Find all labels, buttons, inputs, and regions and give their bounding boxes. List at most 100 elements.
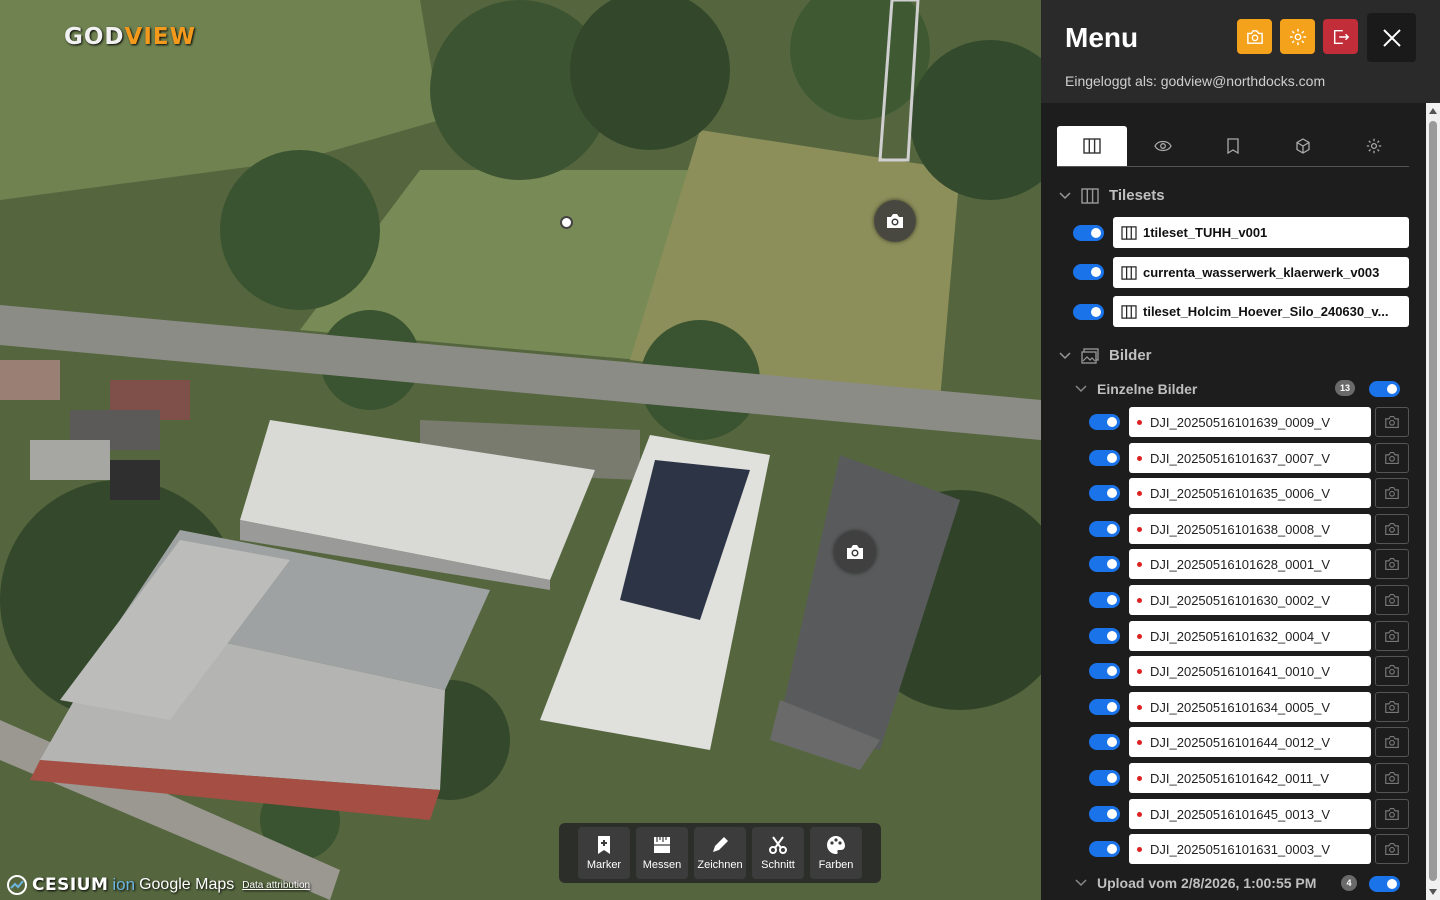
image-item[interactable]: DJI_20250516101628_0001_V: [1129, 549, 1371, 579]
draw-button[interactable]: Zeichnen: [694, 827, 746, 879]
tileset-toggle[interactable]: [1073, 225, 1104, 241]
image-toggle[interactable]: [1089, 556, 1120, 572]
camera-icon: [1385, 522, 1399, 536]
image-item[interactable]: DJI_20250516101632_0004_V: [1129, 621, 1371, 651]
fly-to-image-button[interactable]: [1375, 763, 1409, 793]
image-name: DJI_20250516101639_0009_V: [1150, 414, 1331, 430]
image-item[interactable]: DJI_20250516101638_0008_V: [1129, 514, 1371, 544]
eye-icon: [1153, 140, 1172, 152]
image-toggle[interactable]: [1089, 806, 1120, 822]
image-item[interactable]: DJI_20250516101637_0007_V: [1129, 443, 1371, 473]
image-toggle[interactable]: [1089, 770, 1120, 786]
image-item[interactable]: DJI_20250516101631_0003_V: [1129, 834, 1371, 864]
tool-bar: Marker Messen Zeichnen Schnitt Farben: [559, 823, 881, 883]
image-toggle[interactable]: [1089, 592, 1120, 608]
measure-button[interactable]: Messen: [636, 827, 688, 879]
map-viewport[interactable]: GODVIEW CESIUM ion Google Maps Data attr…: [0, 0, 1041, 900]
tileset-item[interactable]: currenta_wasserwerk_klaerwerk_v003: [1113, 257, 1409, 288]
tab-models[interactable]: [1268, 126, 1338, 166]
side-panel: Menu Eingeloggt als: godview@northdocks.…: [1041, 0, 1440, 900]
tab-visibility[interactable]: [1127, 126, 1197, 166]
single-images-header[interactable]: Einzelne Bilder: [1075, 381, 1197, 397]
image-name: DJI_20250516101631_0003_V: [1150, 841, 1331, 857]
tileset-item[interactable]: tileset_Holcim_Hoever_Silo_240630_v...: [1113, 296, 1409, 327]
bilder-section-header[interactable]: Bilder: [1059, 347, 1152, 364]
scrollbar-thumb[interactable]: [1429, 121, 1437, 881]
image-name: DJI_20250516101635_0006_V: [1150, 485, 1331, 501]
camera-icon: [1385, 415, 1399, 429]
tileset-toggle[interactable]: [1073, 304, 1104, 320]
image-toggle[interactable]: [1089, 734, 1120, 750]
screenshot-button[interactable]: [1237, 19, 1272, 54]
fly-to-image-button[interactable]: [1375, 585, 1409, 615]
image-item[interactable]: DJI_20250516101644_0012_V: [1129, 727, 1371, 757]
image-toggle[interactable]: [1089, 450, 1120, 466]
fly-to-image-button[interactable]: [1375, 514, 1409, 544]
fly-to-image-button[interactable]: [1375, 549, 1409, 579]
settings-button[interactable]: [1280, 19, 1315, 54]
image-toggle[interactable]: [1089, 841, 1120, 857]
image-toggle[interactable]: [1089, 414, 1120, 430]
tilesets-section-header[interactable]: Tilesets: [1059, 187, 1165, 204]
fly-to-image-button[interactable]: [1375, 727, 1409, 757]
status-dot: [1137, 526, 1142, 532]
fly-to-image-button[interactable]: [1375, 656, 1409, 686]
fly-to-image-button[interactable]: [1375, 443, 1409, 473]
logout-button[interactable]: [1323, 19, 1358, 54]
image-toggle[interactable]: [1089, 485, 1120, 501]
image-item[interactable]: DJI_20250516101635_0006_V: [1129, 478, 1371, 508]
colors-button[interactable]: Farben: [810, 827, 862, 879]
scroll-up-arrow-icon[interactable]: [1429, 108, 1437, 114]
cut-label: Schnitt: [761, 859, 795, 871]
marker-label: Marker: [586, 859, 622, 871]
fly-to-image-button[interactable]: [1375, 621, 1409, 651]
image-toggle[interactable]: [1089, 663, 1120, 679]
logged-in-text: Eingeloggt als: godview@northdocks.com: [1065, 73, 1326, 89]
chevron-down-icon: [1059, 191, 1071, 199]
image-item[interactable]: DJI_20250516101642_0011_V: [1129, 763, 1371, 793]
single-images-toggle[interactable]: [1369, 381, 1400, 397]
image-toggle[interactable]: [1089, 628, 1120, 644]
image-item[interactable]: DJI_20250516101641_0010_V: [1129, 656, 1371, 686]
tileset-toggle[interactable]: [1073, 264, 1104, 280]
scroll-down-arrow-icon[interactable]: [1429, 889, 1437, 895]
panel-scrollbar[interactable]: [1426, 103, 1440, 900]
camera-icon: [1385, 807, 1399, 821]
image-item[interactable]: DJI_20250516101630_0002_V: [1129, 585, 1371, 615]
camera-icon: [1385, 664, 1399, 678]
logout-icon: [1333, 29, 1349, 44]
gear-icon: [1289, 28, 1306, 45]
camera-position-marker[interactable]: [874, 200, 916, 242]
upload-group-toggle[interactable]: [1369, 876, 1400, 892]
image-toggle[interactable]: [1089, 521, 1120, 537]
upload-group-header[interactable]: Upload vom 2/8/2026, 1:00:55 PM: [1075, 875, 1316, 891]
fly-to-image-button[interactable]: [1375, 478, 1409, 508]
tab-bookmarks[interactable]: [1198, 126, 1268, 166]
chevron-down-icon: [1059, 351, 1071, 359]
image-toggle[interactable]: [1089, 699, 1120, 715]
tileset-item[interactable]: 1tileset_TUHH_v001: [1113, 217, 1409, 248]
upload-group-title: Upload vom 2/8/2026, 1:00:55 PM: [1097, 875, 1317, 891]
image-item[interactable]: DJI_20250516101639_0009_V: [1129, 407, 1371, 437]
image-item[interactable]: DJI_20250516101645_0013_V: [1129, 799, 1371, 829]
fly-to-image-button[interactable]: [1375, 834, 1409, 864]
cut-button[interactable]: Schnitt: [752, 827, 804, 879]
cesium-label: CESIUM: [32, 875, 109, 895]
fly-to-image-button[interactable]: [1375, 692, 1409, 722]
image-item[interactable]: DJI_20250516101634_0005_V: [1129, 692, 1371, 722]
bilder-title: Bilder: [1109, 347, 1152, 364]
data-attribution-link[interactable]: Data attribution: [242, 880, 310, 891]
status-dot: [1137, 668, 1142, 674]
fly-to-image-button[interactable]: [1375, 799, 1409, 829]
tab-layers[interactable]: [1057, 126, 1128, 166]
fly-to-image-button[interactable]: [1375, 407, 1409, 437]
close-button[interactable]: [1367, 13, 1416, 62]
marker-button[interactable]: Marker: [578, 827, 630, 879]
status-dot: [1137, 455, 1142, 461]
camera-icon: [887, 214, 903, 228]
camera-icon: [1385, 593, 1399, 607]
tab-settings[interactable]: [1339, 126, 1409, 166]
point-marker[interactable]: [560, 216, 573, 229]
image-name: DJI_20250516101644_0012_V: [1150, 734, 1331, 750]
camera-position-marker[interactable]: [834, 531, 876, 573]
